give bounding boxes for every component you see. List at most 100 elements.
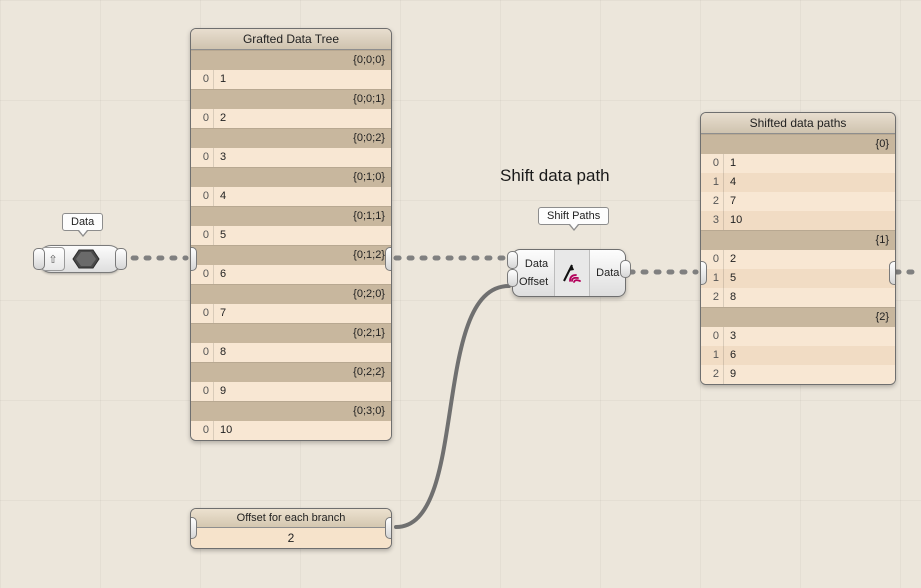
row-value: 2: [214, 109, 226, 128]
grip-out[interactable]: [889, 261, 896, 285]
input-offset-label: Offset: [513, 273, 554, 291]
data-row: 28: [701, 288, 895, 307]
row-value: 1: [214, 70, 226, 89]
section-title: Shift data path: [500, 166, 610, 186]
row-index: 0: [191, 421, 214, 440]
data-row: 310: [701, 211, 895, 230]
row-value: 8: [724, 288, 736, 307]
row-value: 2: [724, 250, 736, 269]
row-index: 0: [191, 226, 214, 245]
row-index: 0: [191, 343, 214, 362]
offset-slider[interactable]: Offset for each branch 2: [190, 508, 392, 549]
row-index: 2: [701, 365, 724, 384]
row-index: 0: [191, 70, 214, 89]
data-row: 01: [701, 154, 895, 173]
data-row: 09: [191, 382, 391, 401]
input-data-label: Data: [513, 255, 554, 273]
row-index: 0: [701, 327, 724, 346]
grip-out[interactable]: [385, 247, 392, 271]
path-header: {0;3;0}: [191, 401, 391, 421]
path-header: {1}: [701, 230, 895, 250]
row-value: 9: [724, 365, 736, 384]
data-row: 29: [701, 365, 895, 384]
data-row: 02: [701, 250, 895, 269]
path-header: {0;2;2}: [191, 362, 391, 382]
slider-title: Offset for each branch: [191, 509, 391, 528]
path-header: {0;0;1}: [191, 89, 391, 109]
data-row: 08: [191, 343, 391, 362]
shift-paths-tooltip-label: Shift Paths: [538, 207, 609, 225]
row-index: 0: [191, 109, 214, 128]
data-row: 010: [191, 421, 391, 440]
row-value: 6: [214, 265, 226, 284]
row-index: 0: [191, 382, 214, 401]
row-value: 10: [214, 421, 232, 440]
data-param[interactable]: ⇧: [38, 245, 122, 273]
row-index: 0: [191, 187, 214, 206]
path-header: {2}: [701, 307, 895, 327]
grip-out[interactable]: [385, 517, 392, 539]
shifted-data-paths-panel[interactable]: Shifted data paths {0}011427310{1}021528…: [700, 112, 896, 385]
data-row: 03: [701, 327, 895, 346]
path-header: {0;0;0}: [191, 50, 391, 70]
shift-paths-icon: [554, 250, 590, 296]
shift-paths-tooltip: Shift Paths: [538, 207, 609, 231]
grip-out[interactable]: [115, 248, 127, 270]
row-value: 5: [214, 226, 226, 245]
row-index: 1: [701, 346, 724, 365]
port-in-offset[interactable]: [507, 269, 518, 287]
port-out-data[interactable]: [620, 260, 631, 278]
row-index: 0: [191, 304, 214, 323]
path-header: {0;2;1}: [191, 323, 391, 343]
data-row: 27: [701, 192, 895, 211]
row-value: 1: [724, 154, 736, 173]
port-in-data[interactable]: [507, 251, 518, 269]
row-value: 8: [214, 343, 226, 362]
row-index: 1: [701, 173, 724, 192]
row-value: 7: [214, 304, 226, 323]
row-value: 6: [724, 346, 736, 365]
path-header: {0;1;0}: [191, 167, 391, 187]
row-index: 0: [701, 154, 724, 173]
data-tooltip: Data: [62, 213, 103, 237]
path-header: {0;1;2}: [191, 245, 391, 265]
row-value: 10: [724, 211, 742, 230]
canvas[interactable]: Data ⇧ Grafted Data Tree {0;0;0}01{0;0;1…: [0, 0, 921, 588]
data-row: 02: [191, 109, 391, 128]
grip-in[interactable]: [33, 248, 45, 270]
panel-rows: {0}011427310{1}021528{2}031629: [701, 134, 895, 384]
row-value: 4: [214, 187, 226, 206]
row-index: 0: [191, 148, 214, 167]
data-row: 16: [701, 346, 895, 365]
row-index: 2: [701, 192, 724, 211]
data-row: 06: [191, 265, 391, 284]
slider-value: 2: [191, 528, 391, 548]
shift-paths-component[interactable]: Data Offset Data: [512, 249, 626, 297]
data-row: 14: [701, 173, 895, 192]
data-row: 01: [191, 70, 391, 89]
grip-in[interactable]: [190, 517, 197, 539]
data-row: 15: [701, 269, 895, 288]
grafted-data-tree-panel[interactable]: Grafted Data Tree {0;0;0}01{0;0;1}02{0;0…: [190, 28, 392, 441]
panel-rows: {0;0;0}01{0;0;1}02{0;0;2}03{0;1;0}04{0;1…: [191, 50, 391, 440]
row-index: 3: [701, 211, 724, 230]
data-row: 07: [191, 304, 391, 323]
row-index: 2: [701, 288, 724, 307]
data-row: 03: [191, 148, 391, 167]
panel-title: Shifted data paths: [701, 113, 895, 134]
row-value: 4: [724, 173, 736, 192]
row-value: 3: [214, 148, 226, 167]
grip-in[interactable]: [190, 247, 197, 271]
row-value: 9: [214, 382, 226, 401]
hexagon-icon: [69, 248, 103, 270]
path-header: {0;0;2}: [191, 128, 391, 148]
data-row: 04: [191, 187, 391, 206]
row-value: 5: [724, 269, 736, 288]
path-header: {0}: [701, 134, 895, 154]
data-row: 05: [191, 226, 391, 245]
row-value: 3: [724, 327, 736, 346]
path-header: {0;2;0}: [191, 284, 391, 304]
row-value: 7: [724, 192, 736, 211]
grip-in[interactable]: [700, 261, 707, 285]
data-tooltip-label: Data: [62, 213, 103, 231]
